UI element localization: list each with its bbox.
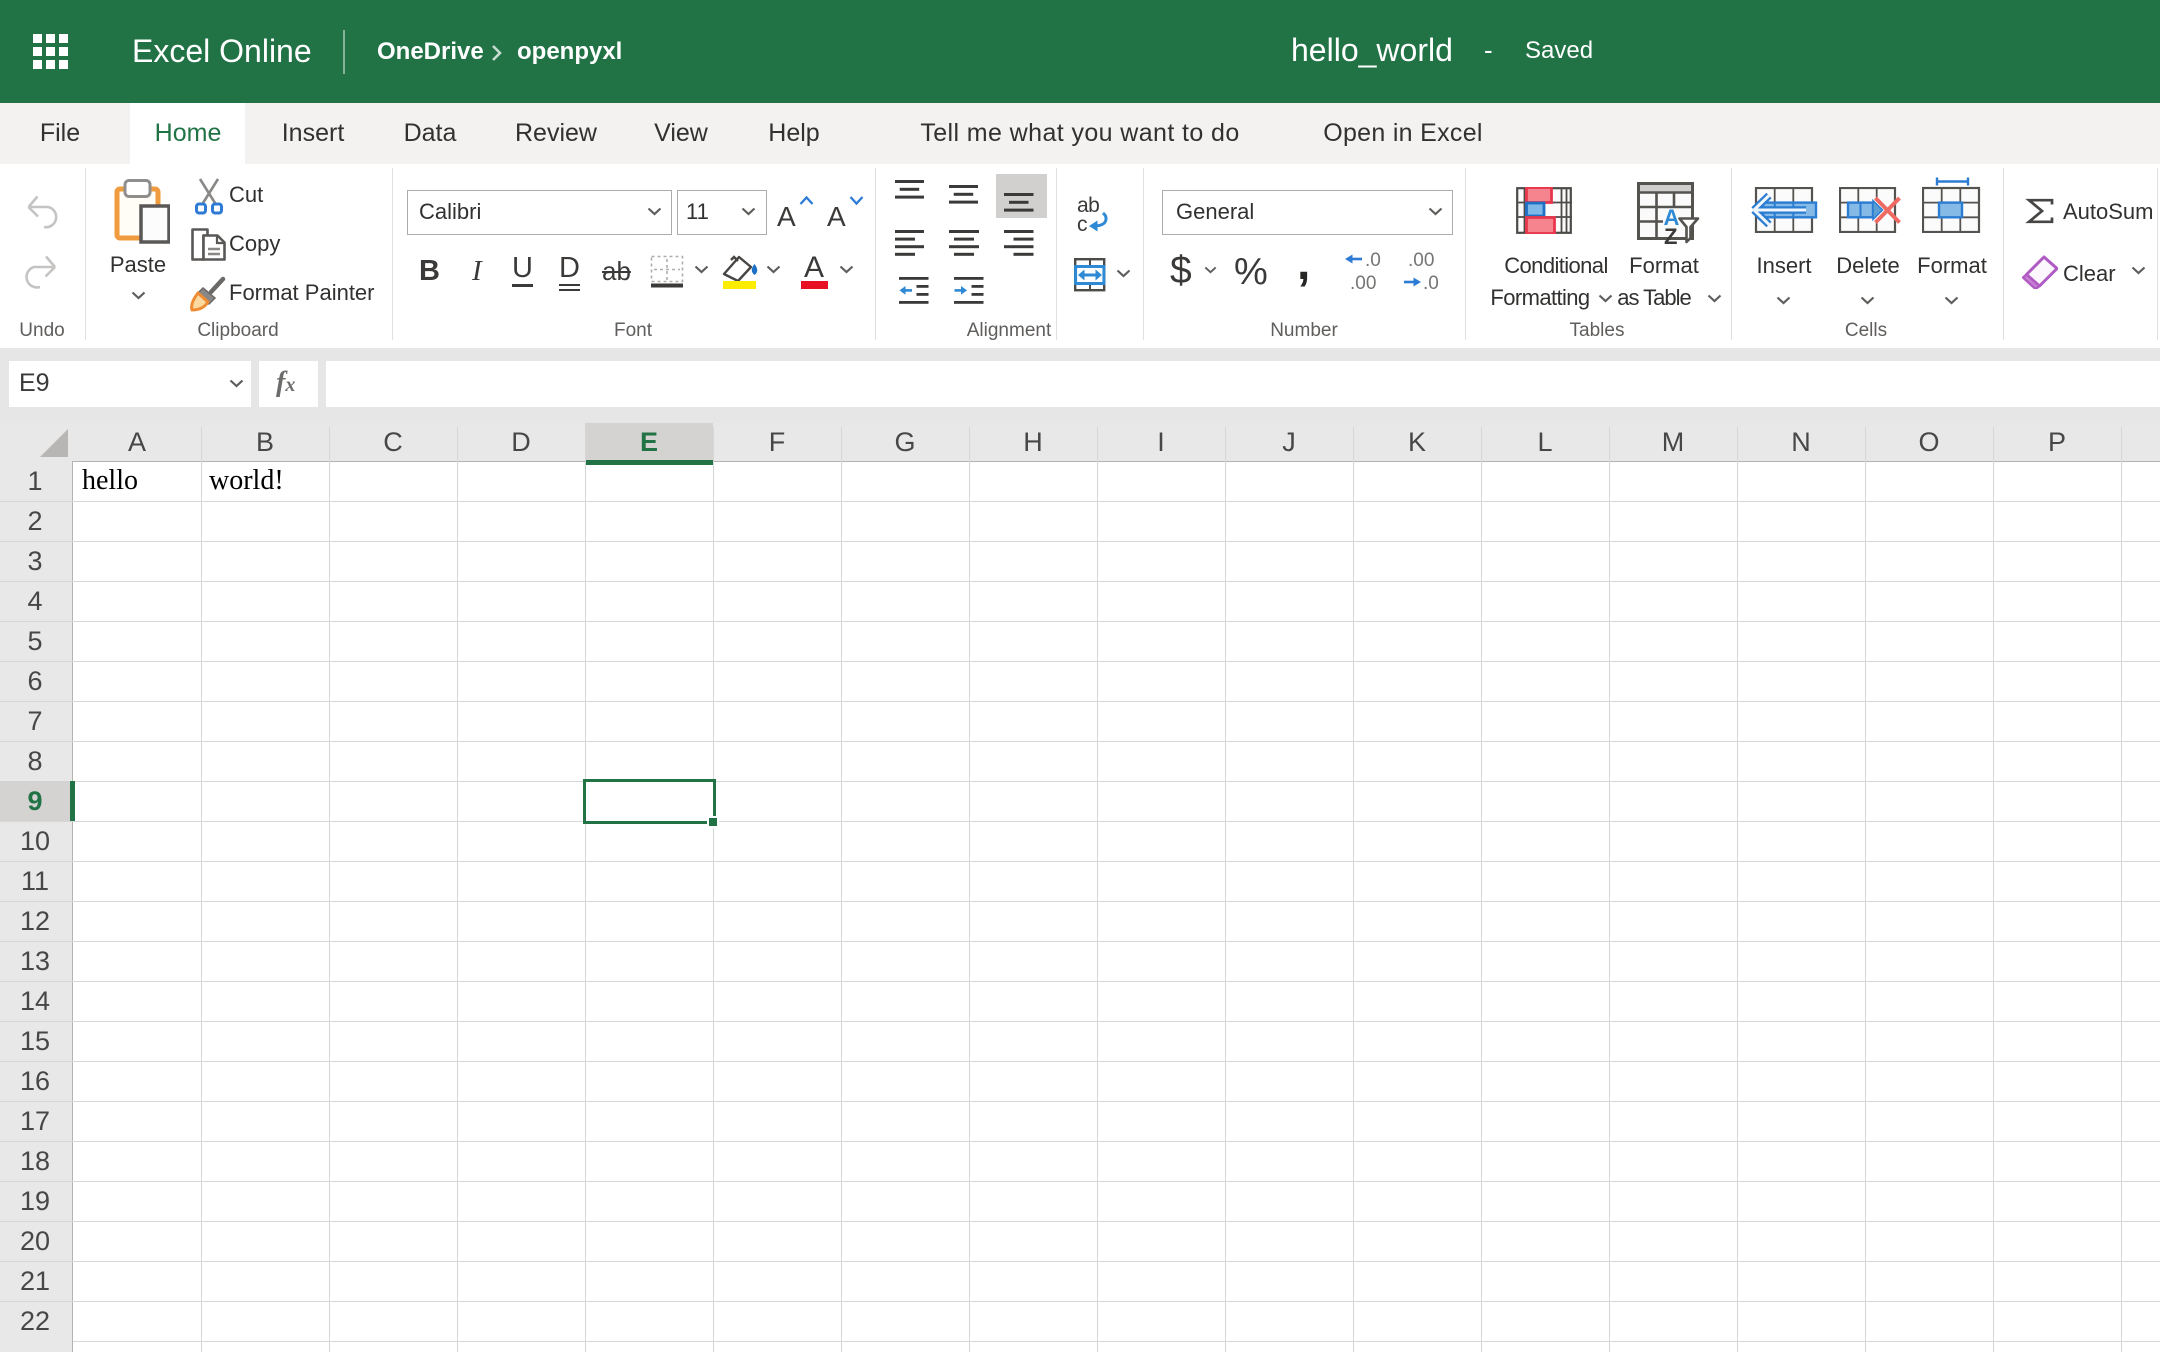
svg-text:.0: .0 xyxy=(1423,273,1439,292)
svg-text:.00: .00 xyxy=(1408,252,1434,271)
svg-text:c: c xyxy=(1077,213,1088,233)
svg-text:.00: .00 xyxy=(1350,273,1376,292)
svg-text:.0: .0 xyxy=(1365,252,1381,271)
svg-text:Z: Z xyxy=(1664,224,1677,247)
